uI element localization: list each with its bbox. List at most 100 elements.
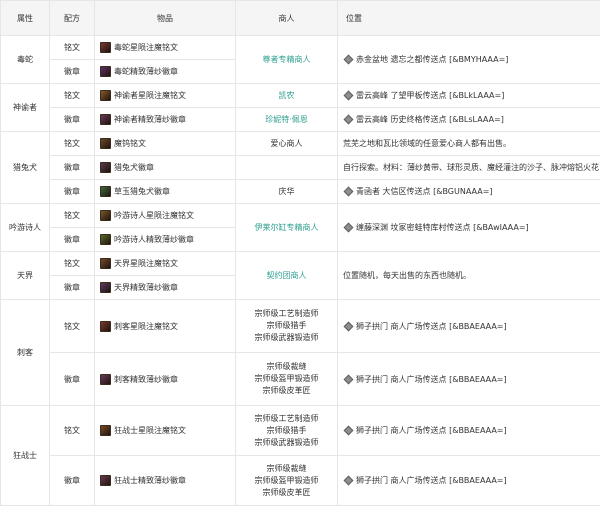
item-cell[interactable]: 刺客星陨注魔铭文 [95, 300, 236, 353]
insignia-icon [100, 66, 111, 77]
location-text: 赤金盆地 遗忘之都传送点 [&BMYHAAA=] [356, 55, 508, 64]
item-name: 吟游诗人精致薄纱徽章 [114, 235, 194, 244]
location-text: 荒芜之地和瓦比领域的任意爱心商人都有出售。 [343, 139, 511, 148]
location-text: 自行探索。材料：薄纱黄带、球形灵质、魔经灌注的沙子、脉冲熔铝火花 [343, 163, 599, 172]
location-text: 缠藤深渊 坟冢密蛙特库村传送点 [&BAwIAAA=] [356, 223, 529, 232]
item-cell[interactable]: 草玉猎兔犬徽章 [95, 180, 236, 204]
formula-cell: 徽章 [50, 156, 95, 180]
item-cell[interactable]: 狂战士星陨注魔铭文 [95, 406, 236, 456]
vendor-cell[interactable]: 凯农 [236, 84, 338, 108]
table-row: 天界 铭文 天界星陨注魔铭文 契约团商人 位置随机，每天出售的东西也随机。 [1, 252, 600, 276]
location-cell: 狮子拱门 商人广场传送点 [&BBAEAAA=] [338, 353, 600, 406]
vendor-link[interactable]: 契约团商人 [267, 271, 307, 280]
location-text: 狮子拱门 商人广场传送点 [&BBAEAAA=] [356, 426, 507, 435]
item-cell[interactable]: 吟游诗人精致薄纱徽章 [95, 228, 236, 252]
header-attribute: 属性 [1, 1, 50, 36]
vendor-link[interactable]: 凯农 [279, 91, 295, 100]
vendor-cell: 庆华 [236, 180, 338, 204]
item-cell[interactable]: 毒蛇星陨注魔铭文 [95, 36, 236, 60]
vendor-cell[interactable]: 珍妮特·佩恩 [236, 108, 338, 132]
insignia-icon [100, 114, 111, 125]
table-row: 徽章 草玉猎兔犬徽章 庆华 青函者 大信区传送点 [&BGUNAAA=] [1, 180, 600, 204]
formula-cell: 铭文 [50, 36, 95, 60]
vendor-cell: 宗师级工艺制造师 宗师级猎手 宗师级武器锻造师 [236, 300, 338, 353]
vendor-name: 宗师级皮革匠 [241, 385, 332, 397]
item-cell[interactable]: 狂战士精致薄纱徽章 [95, 456, 236, 506]
formula-cell: 徽章 [50, 180, 95, 204]
location-text: 狮子拱门 商人广场传送点 [&BBAEAAA=] [356, 375, 507, 384]
item-name: 毒蛇精致薄纱徽章 [114, 67, 178, 76]
table-row: 刺客 铭文 刺客星陨注魔铭文 宗师级工艺制造师 宗师级猎手 宗师级武器锻造师 狮… [1, 300, 600, 353]
table-row: 狂战士 铭文 狂战士星陨注魔铭文 宗师级工艺制造师 宗师级猎手 宗师级武器锻造师… [1, 406, 600, 456]
formula-cell: 徽章 [50, 108, 95, 132]
item-name: 天界星陨注魔铭文 [114, 259, 178, 268]
table-row: 徽章 猎兔犬徽章 自行探索。材料：薄纱黄带、球形灵质、魔经灌注的沙子、脉冲熔铝火… [1, 156, 600, 180]
item-cell[interactable]: 魔钨铭文 [95, 132, 236, 156]
vendor-cell: 爱心商人 [236, 132, 338, 156]
vendor-link[interactable]: 伊莱尔缸专精商人 [255, 223, 319, 232]
location-cell: 缠藤深渊 坟冢密蛙特库村传送点 [&BAwIAAA=] [338, 204, 600, 252]
waypoint-icon [344, 374, 354, 384]
item-name: 草玉猎兔犬徽章 [114, 187, 170, 196]
location-cell: 青函者 大信区传送点 [&BGUNAAA=] [338, 180, 600, 204]
insignia-icon [100, 475, 111, 486]
table-row: 神谕者 铭文 神谕者星陨注魔铭文 凯农 雷云高峰 了望甲板传送点 [&BLkLA… [1, 84, 600, 108]
location-text: 雷云高峰 了望甲板传送点 [&BLkLAAA=] [356, 91, 504, 100]
vendor-link[interactable]: 珍妮特·佩恩 [265, 115, 308, 124]
item-cell[interactable]: 刺客精致薄纱徽章 [95, 353, 236, 406]
vendor-cell: 宗师级裁缝 宗师级盔甲锻造师 宗师级皮革匠 [236, 456, 338, 506]
item-name: 刺客精致薄纱徽章 [114, 375, 178, 384]
table-row: 毒蛇 铭文 毒蛇星陨注魔铭文 尊者专精商人 赤金盆地 遗忘之都传送点 [&BMY… [1, 36, 600, 60]
item-name: 刺客星陨注魔铭文 [114, 322, 178, 331]
insignia-icon [100, 282, 111, 293]
item-cell[interactable]: 吟游诗人星陨注魔铭文 [95, 204, 236, 228]
recipe-table: 属性 配方 物品 商人 位置 毒蛇 铭文 毒蛇星陨注魔铭文 尊者专精商人 赤金盆… [0, 0, 600, 506]
formula-cell: 徽章 [50, 353, 95, 406]
inscription-icon [100, 90, 111, 101]
item-cell[interactable]: 神谕者星陨注魔铭文 [95, 84, 236, 108]
table-row: 吟游诗人 铭文 吟游诗人星陨注魔铭文 伊莱尔缸专精商人 缠藤深渊 坟冢密蛙特库村… [1, 204, 600, 228]
item-cell[interactable]: 天界精致薄纱徽章 [95, 276, 236, 300]
location-text: 狮子拱门 商人广场传送点 [&BBAEAAA=] [356, 322, 507, 331]
vendor-name: 宗师级武器锻造师 [241, 332, 332, 344]
vendor-cell[interactable]: 伊莱尔缸专精商人 [236, 204, 338, 252]
vendor-cell[interactable]: 契约团商人 [236, 252, 338, 300]
vendor-cell: 宗师级裁缝 宗师级盔甲锻造师 宗师级皮革匠 [236, 353, 338, 406]
item-cell[interactable]: 神谕者精致薄纱徽章 [95, 108, 236, 132]
attribute-cell: 神谕者 [1, 84, 50, 132]
vendor-name: 宗师级盔甲锻造师 [241, 475, 332, 487]
attribute-cell: 刺客 [1, 300, 50, 406]
vendor-name: 宗师级工艺制造师 [241, 308, 332, 320]
insignia-icon [100, 374, 111, 385]
inscription-icon [100, 321, 111, 332]
attribute-cell: 狂战士 [1, 406, 50, 506]
item-name: 狂战士星陨注魔铭文 [114, 426, 186, 435]
formula-cell: 徽章 [50, 228, 95, 252]
item-cell[interactable]: 天界星陨注魔铭文 [95, 252, 236, 276]
waypoint-icon [344, 223, 354, 233]
inscription-icon [100, 42, 111, 53]
vendor-link[interactable]: 尊者专精商人 [263, 55, 311, 64]
vendor-cell[interactable]: 尊者专精商人 [236, 36, 338, 84]
location-text: 位置随机，每天出售的东西也随机。 [343, 271, 471, 280]
item-name: 猎兔犬徽章 [114, 163, 154, 172]
attribute-cell: 吟游诗人 [1, 204, 50, 252]
formula-cell: 铭文 [50, 204, 95, 228]
item-name: 狂战士精致薄纱徽章 [114, 476, 186, 485]
location-cell: 自行探索。材料：薄纱黄带、球形灵质、魔经灌注的沙子、脉冲熔铝火花 [338, 156, 600, 180]
location-cell: 狮子拱门 商人广场传送点 [&BBAEAAA=] [338, 300, 600, 353]
insignia-icon [100, 186, 111, 197]
item-name: 吟游诗人星陨注魔铭文 [114, 211, 194, 220]
inscription-icon [100, 210, 111, 221]
inscription-icon [100, 425, 111, 436]
header-item: 物品 [95, 1, 236, 36]
vendor-name: 爱心商人 [271, 139, 303, 148]
formula-cell: 徽章 [50, 276, 95, 300]
waypoint-icon [344, 476, 354, 486]
location-cell: 赤金盆地 遗忘之都传送点 [&BMYHAAA=] [338, 36, 600, 84]
vendor-cell [236, 156, 338, 180]
formula-cell: 徽章 [50, 456, 95, 506]
item-cell[interactable]: 猎兔犬徽章 [95, 156, 236, 180]
formula-cell: 徽章 [50, 60, 95, 84]
item-cell[interactable]: 毒蛇精致薄纱徽章 [95, 60, 236, 84]
